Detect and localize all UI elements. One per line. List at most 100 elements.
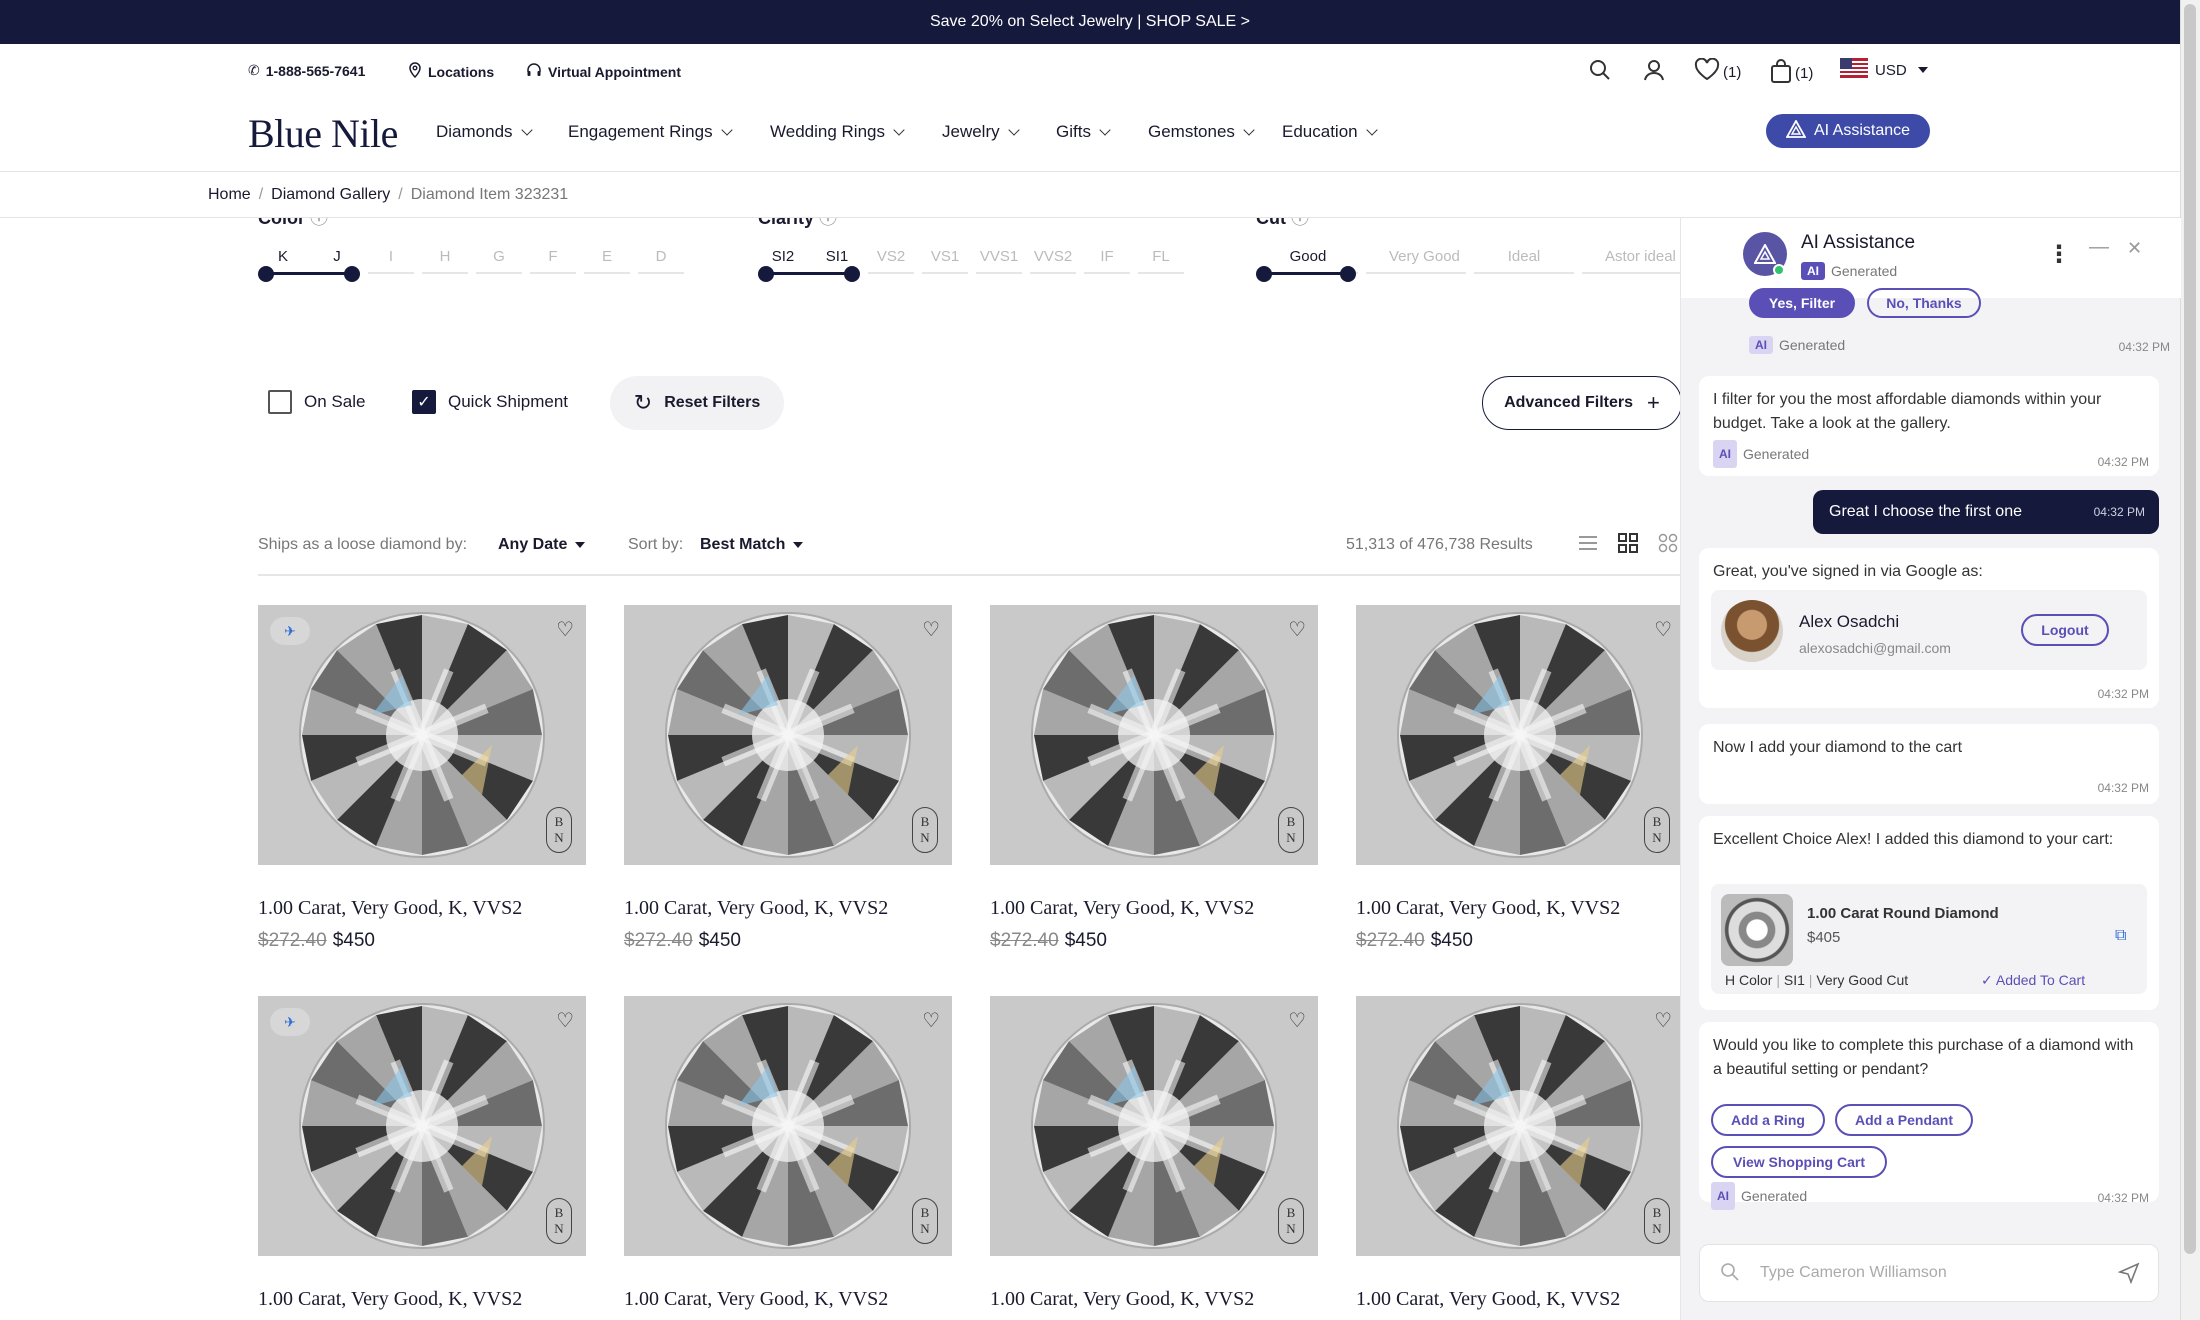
external-link-icon[interactable]: ⧉	[2115, 924, 2126, 948]
product-name[interactable]: 1.00 Carat, Very Good, K, VVS2	[990, 1288, 1318, 1311]
scrollbar-thumb[interactable]	[2184, 4, 2196, 1254]
quick-shipment-checkbox[interactable]: ✓ Quick Shipment	[412, 390, 568, 414]
product-card[interactable]: ♡ B N 1.00 Carat, Very Good, K, VVS2	[624, 996, 952, 1320]
grade-label[interactable]: SI1	[810, 248, 864, 265]
wishlist-button[interactable]: (1)	[1694, 57, 1741, 86]
add-pendant-button[interactable]: Add a Pendant	[1835, 1104, 1973, 1136]
nav-diamonds[interactable]: Diamonds	[436, 122, 533, 142]
product-card[interactable]: ✈ ♡ B N 1.00 Carat, Very Good, K, VVS2 $272.4…	[258, 605, 586, 952]
grade-label[interactable]: H	[418, 248, 472, 265]
product-name[interactable]: 1.00 Carat, Very Good, K, VVS2	[990, 897, 1318, 920]
grade-label[interactable]: SI2	[756, 248, 810, 265]
grade-label[interactable]: IF	[1080, 248, 1134, 265]
breadcrumb-diamond-gallery[interactable]: Diamond Gallery	[271, 186, 390, 204]
nav-gifts[interactable]: Gifts	[1056, 122, 1111, 142]
product-image[interactable]: ♡ B N	[990, 996, 1318, 1256]
grid-view-icon[interactable]	[1618, 533, 1638, 558]
product-image[interactable]: ♡ B N	[1356, 996, 1680, 1256]
sort-by-dropdown[interactable]: Best Match	[700, 536, 804, 554]
product-image[interactable]: ♡ B N	[990, 605, 1318, 865]
grade-label[interactable]: FL	[1134, 248, 1188, 265]
product-image[interactable]: ✈ ♡ B N	[258, 605, 586, 865]
grade-label[interactable]: I	[364, 248, 418, 265]
product-image[interactable]: ♡ B N	[624, 996, 952, 1256]
on-sale-checkbox[interactable]: On Sale	[268, 390, 365, 414]
product-name[interactable]: 1.00 Carat, Very Good, K, VVS2	[1356, 897, 1680, 920]
product-image[interactable]: ♡ B N	[624, 605, 952, 865]
virtual-appointment-link[interactable]: Virtual Appointment	[526, 62, 681, 81]
promo-text[interactable]: Save 20% on Select Jewelry | SHOP SALE >	[930, 13, 1250, 31]
heart-icon[interactable]: ♡	[1654, 1008, 1672, 1033]
no-thanks-button[interactable]: No, Thanks	[1867, 288, 1981, 318]
grade-label[interactable]: G	[472, 248, 526, 265]
heart-icon[interactable]: ♡	[1654, 617, 1672, 642]
info-icon[interactable]: ⓘ	[310, 218, 328, 228]
add-ring-button[interactable]: Add a Ring	[1711, 1104, 1825, 1136]
heart-icon[interactable]: ♡	[1288, 1008, 1306, 1033]
info-icon[interactable]: ⓘ	[819, 218, 837, 228]
grade-label[interactable]: Astor ideal	[1605, 248, 1676, 265]
product-card[interactable]: ✈ ♡ B N 1.00 Carat, Very Good, K, VVS2	[258, 996, 586, 1320]
slider-handle[interactable]	[258, 266, 274, 282]
grade-label[interactable]: VS2	[864, 248, 918, 265]
blue-nile-logo[interactable]: Blue Nile	[248, 110, 398, 157]
slider-handle[interactable]	[1340, 266, 1356, 282]
slider-handle[interactable]	[758, 266, 774, 282]
product-name[interactable]: 1.00 Carat, Very Good, K, VVS2	[258, 1288, 586, 1311]
product-name[interactable]: 1.00 Carat, Very Good, K, VVS2	[624, 1288, 952, 1311]
yes-filter-button[interactable]: Yes, Filter	[1749, 288, 1855, 318]
nav-gemstones[interactable]: Gemstones	[1148, 122, 1255, 142]
grade-label[interactable]: Good	[1281, 248, 1335, 265]
advanced-filters-button[interactable]: Advanced Filters +	[1482, 376, 1680, 430]
product-card[interactable]: ♡ B N 1.00 Carat, Very Good, K, VVS2	[990, 996, 1318, 1320]
heart-icon[interactable]: ♡	[922, 617, 940, 642]
grade-label[interactable]: D	[634, 248, 688, 265]
slider-handle[interactable]	[344, 266, 360, 282]
grade-label[interactable]: Very Good	[1389, 248, 1460, 265]
ships-by-dropdown[interactable]: Any Date	[498, 536, 586, 554]
list-view-icon[interactable]	[1578, 534, 1598, 557]
grade-label[interactable]: F	[526, 248, 580, 265]
product-card[interactable]: ♡ B N 1.00 Carat, Very Good, K, VVS2 $272.40…	[1356, 605, 1680, 952]
grade-label[interactable]: K	[256, 248, 310, 265]
grade-label[interactable]: J	[310, 248, 364, 265]
product-image[interactable]: ✈ ♡ B N	[258, 996, 586, 1256]
heart-icon[interactable]: ♡	[556, 617, 574, 642]
heart-icon[interactable]: ♡	[556, 1008, 574, 1033]
grade-label[interactable]: E	[580, 248, 634, 265]
nav-wedding-rings[interactable]: Wedding Rings	[770, 122, 905, 142]
heart-icon[interactable]: ♡	[1288, 617, 1306, 642]
send-icon[interactable]	[2117, 1262, 2140, 1289]
cart-button[interactable]: (1)	[1770, 58, 1813, 88]
grade-label[interactable]: VVS2	[1026, 248, 1080, 265]
minimize-icon[interactable]: —	[2089, 236, 2109, 259]
product-name[interactable]: 1.00 Carat, Very Good, K, VVS2	[624, 897, 952, 920]
product-card[interactable]: ♡ B N 1.00 Carat, Very Good, K, VVS2 $272.40…	[624, 605, 952, 952]
search-icon[interactable]	[1588, 58, 1612, 82]
nav-education[interactable]: Education	[1282, 122, 1378, 142]
view-shopping-cart-button[interactable]: View Shopping Cart	[1711, 1146, 1887, 1178]
info-icon[interactable]: ⓘ	[1291, 218, 1309, 228]
heart-icon[interactable]: ♡	[922, 1008, 940, 1033]
slider-handle[interactable]	[844, 266, 860, 282]
nav-jewelry[interactable]: Jewelry	[942, 122, 1020, 142]
product-image[interactable]: ♡ B N	[1356, 605, 1680, 865]
account-icon[interactable]	[1642, 58, 1666, 82]
product-card[interactable]: ♡ B N 1.00 Carat, Very Good, K, VVS2 $272.40…	[990, 605, 1318, 952]
phone-link[interactable]: ✆ 1-888-565-7641	[248, 62, 365, 79]
ai-assistance-button[interactable]: AI Assistance	[1766, 114, 1930, 148]
product-name[interactable]: 1.00 Carat, Very Good, K, VVS2	[258, 897, 586, 920]
breadcrumb-home[interactable]: Home	[208, 186, 251, 204]
product-name[interactable]: 1.00 Carat, Very Good, K, VVS2	[1356, 1288, 1680, 1311]
grade-label[interactable]: VS1	[918, 248, 972, 265]
more-vertical-icon[interactable]: ⋮	[2047, 240, 2071, 269]
slider-handle[interactable]	[1256, 266, 1272, 282]
chat-message-input[interactable]: Type Cameron Williamson	[1699, 1244, 2159, 1302]
nav-engagement-rings[interactable]: Engagement Rings	[568, 122, 733, 142]
grade-label[interactable]: VVS1	[972, 248, 1026, 265]
locations-link[interactable]: Locations	[408, 62, 494, 81]
compact-grid-icon[interactable]	[1658, 533, 1678, 558]
logout-button[interactable]: Logout	[2021, 614, 2109, 646]
promo-banner[interactable]: Save 20% on Select Jewelry | SHOP SALE >	[0, 0, 2180, 44]
close-icon[interactable]: ✕	[2127, 238, 2142, 259]
